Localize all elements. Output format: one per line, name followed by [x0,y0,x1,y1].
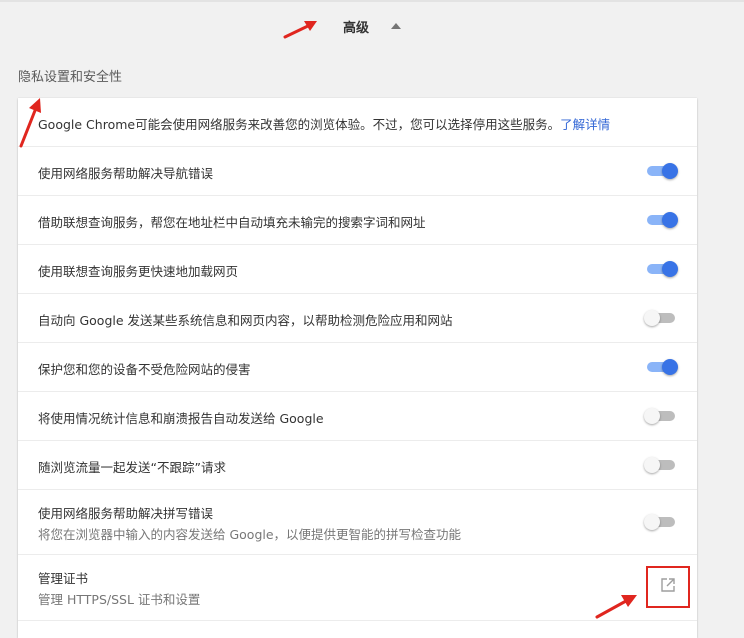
privacy-card: Google Chrome可能会使用网络服务来改善您的浏览体验。不过，您可以选择… [18,98,697,638]
annotation-arrow-icon [19,98,41,148]
setting-label: 使用网络服务帮助解决拼写错误 [38,506,214,521]
setting-label: 使用联想查询服务更快速地加载网页 [38,264,239,279]
caret-up-icon [391,23,401,29]
annotation-arrow-icon [595,595,637,619]
advanced-label: 高级 [342,20,369,36]
certificates-title: 管理证书 [38,571,89,586]
learn-more-link[interactable]: 了解详情 [560,117,610,132]
setting-row[interactable]: 使用网络服务帮助解决导航错误 [18,147,697,196]
info-row: Google Chrome可能会使用网络服务来改善您的浏览体验。不过，您可以选择… [18,98,697,147]
setting-row[interactable]: 自动向 Google 发送某些系统信息和网页内容，以帮助检测危险应用和网站 [18,294,697,343]
info-description: Google Chrome可能会使用网络服务来改善您的浏览体验。不过，您可以选择… [38,117,561,132]
setting-toggle[interactable] [644,210,680,230]
info-text: Google Chrome可能会使用网络服务来改善您的浏览体验。不过，您可以选择… [38,114,610,133]
open-in-new-icon[interactable] [660,577,676,597]
setting-toggle[interactable] [644,259,680,279]
certificates-subtitle: 管理 HTTPS/SSL 证书和设置 [38,592,201,607]
setting-toggle[interactable] [644,357,680,377]
setting-toggle[interactable] [644,455,680,475]
setting-label: 借助联想查询服务，帮您在地址栏中自动填充未输完的搜索字词和网址 [38,215,426,230]
advanced-toggle[interactable]: 高级 [0,0,744,52]
setting-toggle[interactable] [644,512,680,532]
highlight-box [646,566,690,608]
setting-row[interactable]: 使用网络服务帮助解决拼写错误 将您在浏览器中输入的内容发送给 Google，以便… [18,490,697,555]
setting-toggle[interactable] [644,161,680,181]
setting-row[interactable]: 将使用情况统计信息和崩溃报告自动发送给 Google [18,392,697,441]
setting-row[interactable]: 保护您和您的设备不受危险网站的侵害 [18,343,697,392]
setting-row[interactable]: 借助联想查询服务，帮您在地址栏中自动填充未输完的搜索字词和网址 [18,196,697,245]
setting-row[interactable]: 使用联想查询服务更快速地加载网页 [18,245,697,294]
setting-sublabel: 将您在浏览器中输入的内容发送给 Google，以便提供更智能的拼写检查功能 [38,527,462,542]
setting-toggle[interactable] [644,308,680,328]
annotation-arrow-icon [283,21,317,39]
setting-row[interactable]: 随浏览流量一起发送“不跟踪”请求 [18,441,697,490]
setting-toggle[interactable] [644,406,680,426]
setting-label: 随浏览流量一起发送“不跟踪”请求 [38,460,226,475]
setting-label: 使用网络服务帮助解决导航错误 [38,166,214,181]
section-title: 隐私设置和安全性 [18,70,123,85]
setting-label: 保护您和您的设备不受危险网站的侵害 [38,362,251,377]
setting-label: 自动向 Google 发送某些系统信息和网页内容，以帮助检测危险应用和网站 [38,313,453,328]
setting-label: 将使用情况统计信息和崩溃报告自动发送给 Google [38,411,324,426]
